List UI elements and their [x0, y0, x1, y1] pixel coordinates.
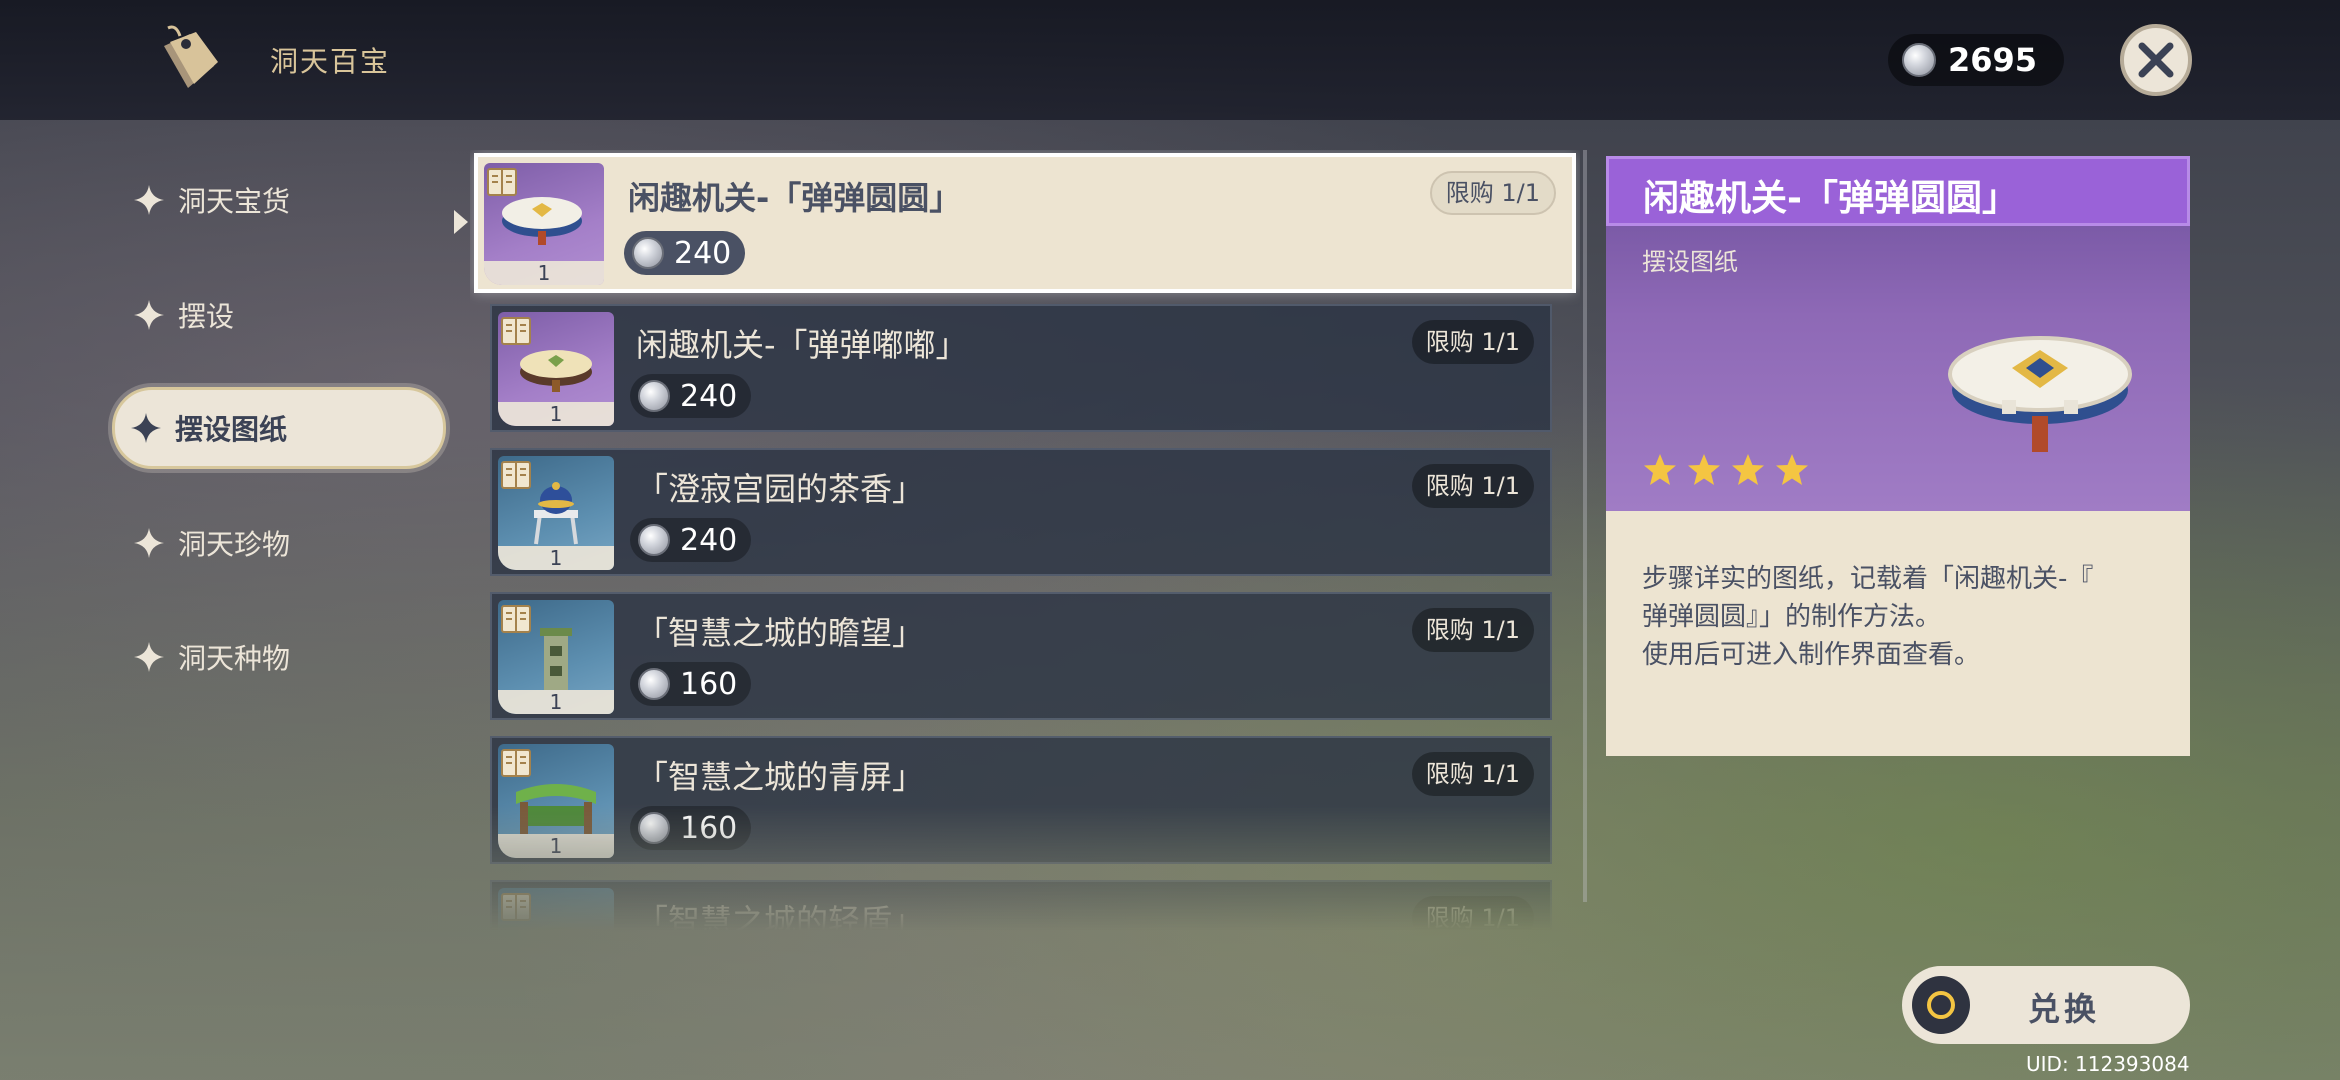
- sidebar-item-realm-goods[interactable]: 洞天宝货: [118, 159, 448, 241]
- sidebar-item-realm-treasures[interactable]: 洞天珍物: [118, 502, 448, 584]
- list-item[interactable]: 1 闲趣机关-「弹弹嘟嘟」 限购 1/1 240: [490, 304, 1552, 432]
- list-item[interactable]: 「智慧之城的轻盾」 限购 1/1: [490, 880, 1552, 930]
- blueprint-book-icon: [487, 168, 517, 196]
- item-price: 240: [624, 231, 746, 275]
- price-value: 240: [674, 235, 732, 271]
- sidebar-item-label: 洞天种物: [178, 642, 291, 675]
- list-item[interactable]: 1 「智慧之城的瞻望」 限购 1/1 160: [490, 592, 1552, 720]
- detail-title-bar: 闲趣机关-「弹弹圆圆」: [1606, 156, 2190, 226]
- four-point-star-icon: [134, 185, 164, 215]
- confirm-circle-icon: [1912, 976, 1970, 1034]
- ring-icon: [1927, 991, 1955, 1019]
- shop-title: 洞天百宝: [270, 45, 391, 78]
- detail-title: 闲趣机关-「弹弹圆圆」: [1643, 178, 2018, 219]
- currency-display: 2695: [1888, 34, 2064, 86]
- exchange-label: 兑换: [2028, 990, 2101, 1028]
- rarity-star-icon: [1732, 454, 1764, 485]
- sidebar-item-realm-seeds[interactable]: 洞天种物: [118, 616, 448, 698]
- detail-description: 步骤详实的图纸，记载着「闲趣机关-『 弹弹圆圆』」的制作方法。 使用后可进入制作…: [1642, 560, 2162, 674]
- blueprint-book-icon: [501, 461, 531, 489]
- item-thumbnail: 1: [498, 744, 614, 858]
- item-thumbnail: 1: [498, 456, 614, 570]
- item-price: 240: [630, 374, 752, 418]
- close-icon: [2138, 42, 2174, 78]
- player-uid: UID: 112393084: [2026, 1052, 2190, 1076]
- exchange-button[interactable]: 兑换: [1902, 966, 2190, 1044]
- item-thumbnail: 1: [484, 163, 604, 285]
- description-line: 步骤详实的图纸，记载着「闲趣机关-『: [1642, 564, 2094, 594]
- list-item[interactable]: 1 「智慧之城的青屏」 限购 1/1 160: [490, 736, 1552, 864]
- sidebar-item-furnishings[interactable]: 摆设: [118, 274, 448, 356]
- realm-currency-coin-icon: [638, 524, 670, 556]
- description-line: 使用后可进入制作界面查看。: [1642, 640, 1981, 670]
- item-name: 「智慧之城的青屏」: [636, 758, 925, 796]
- purchase-limit-badge: 限购 1/1: [1411, 752, 1534, 796]
- item-thumbnail: [498, 888, 614, 930]
- close-button[interactable]: [2120, 24, 2192, 96]
- sidebar-item-furnishing-blueprints[interactable]: 摆设图纸: [112, 387, 446, 469]
- item-price: 160: [630, 662, 752, 706]
- item-price: 240: [630, 518, 752, 562]
- realm-currency-coin-icon: [632, 237, 664, 269]
- purchase-limit-badge: 限购 1/1: [1411, 896, 1534, 930]
- sidebar-item-label: 洞天珍物: [178, 528, 291, 561]
- item-thumbnail: 1: [498, 600, 614, 714]
- blueprint-book-icon: [501, 749, 531, 777]
- price-value: 160: [680, 810, 738, 846]
- sidebar-item-label: 摆设: [178, 300, 235, 333]
- rarity-star-icon: [1776, 454, 1808, 485]
- realm-currency-coin-icon: [1902, 43, 1936, 77]
- item-quantity: 1: [498, 402, 614, 426]
- blueprint-book-icon: [501, 893, 531, 921]
- rarity-star-icon: [1644, 454, 1676, 485]
- item-quantity: 1: [498, 834, 614, 858]
- sidebar-item-label: 摆设图纸: [175, 413, 288, 446]
- four-point-star-icon: [134, 300, 164, 330]
- blueprint-book-icon: [501, 605, 531, 633]
- bouncy-drum-furnishing-icon: [1948, 336, 2132, 452]
- item-name: 「智慧之城的轻盾」: [636, 902, 925, 930]
- rarity-star-icon: [1688, 454, 1720, 485]
- purchase-limit-badge: 限购 1/1: [1429, 171, 1556, 215]
- item-detail-panel: 闲趣机关-「弹弹圆圆」 摆设图纸 步骤详实的图纸，记载着「闲趣机关-『 弹弹圆圆…: [1606, 156, 2190, 756]
- item-name: 闲趣机关-「弹弹嘟嘟」: [636, 326, 968, 364]
- list-scrollbar[interactable]: [1583, 150, 1587, 902]
- list-item[interactable]: 1 闲趣机关-「弹弹圆圆」 限购 1/1 240: [474, 153, 1576, 293]
- price-tag-icon: [164, 25, 218, 88]
- realm-currency-coin-icon: [638, 668, 670, 700]
- currency-amount: 2695: [1948, 41, 2038, 79]
- detail-item-type: 摆设图纸: [1642, 248, 1738, 276]
- item-thumbnail: 1: [498, 312, 614, 426]
- item-quantity: 1: [498, 690, 614, 714]
- selection-arrow-icon: [454, 210, 468, 234]
- item-price: 160: [630, 806, 752, 850]
- realm-currency-coin-icon: [638, 812, 670, 844]
- rarity-stars: [1642, 452, 1810, 488]
- item-name: 「澄寂宫园的茶香」: [636, 470, 925, 508]
- list-item[interactable]: 1 「澄寂宫园的茶香」 限购 1/1 240: [490, 448, 1552, 576]
- four-point-star-icon: [131, 413, 161, 443]
- item-list[interactable]: 1 闲趣机关-「弹弹圆圆」 限购 1/1 240 1 闲趣机关-「弹弹嘟嘟」 限…: [470, 150, 1580, 930]
- price-value: 240: [680, 378, 738, 414]
- realm-currency-coin-icon: [638, 380, 670, 412]
- blueprint-book-icon: [501, 317, 531, 345]
- four-point-star-icon: [134, 642, 164, 672]
- top-bar: 洞天百宝 2695: [0, 0, 2340, 120]
- purchase-limit-badge: 限购 1/1: [1411, 320, 1534, 364]
- four-point-star-icon: [134, 528, 164, 558]
- price-value: 160: [680, 666, 738, 702]
- item-quantity: 1: [498, 546, 614, 570]
- sidebar-item-label: 洞天宝货: [178, 185, 291, 218]
- purchase-limit-badge: 限购 1/1: [1411, 608, 1534, 652]
- description-line: 弹弹圆圆』」的制作方法。: [1642, 602, 1942, 632]
- purchase-limit-badge: 限购 1/1: [1411, 464, 1534, 508]
- price-value: 240: [680, 522, 738, 558]
- item-name: 「智慧之城的瞻望」: [636, 614, 925, 652]
- item-quantity: 1: [484, 261, 604, 285]
- item-name: 闲趣机关-「弹弹圆圆」: [628, 179, 962, 217]
- detail-header: 闲趣机关-「弹弹圆圆」 摆设图纸: [1606, 156, 2190, 511]
